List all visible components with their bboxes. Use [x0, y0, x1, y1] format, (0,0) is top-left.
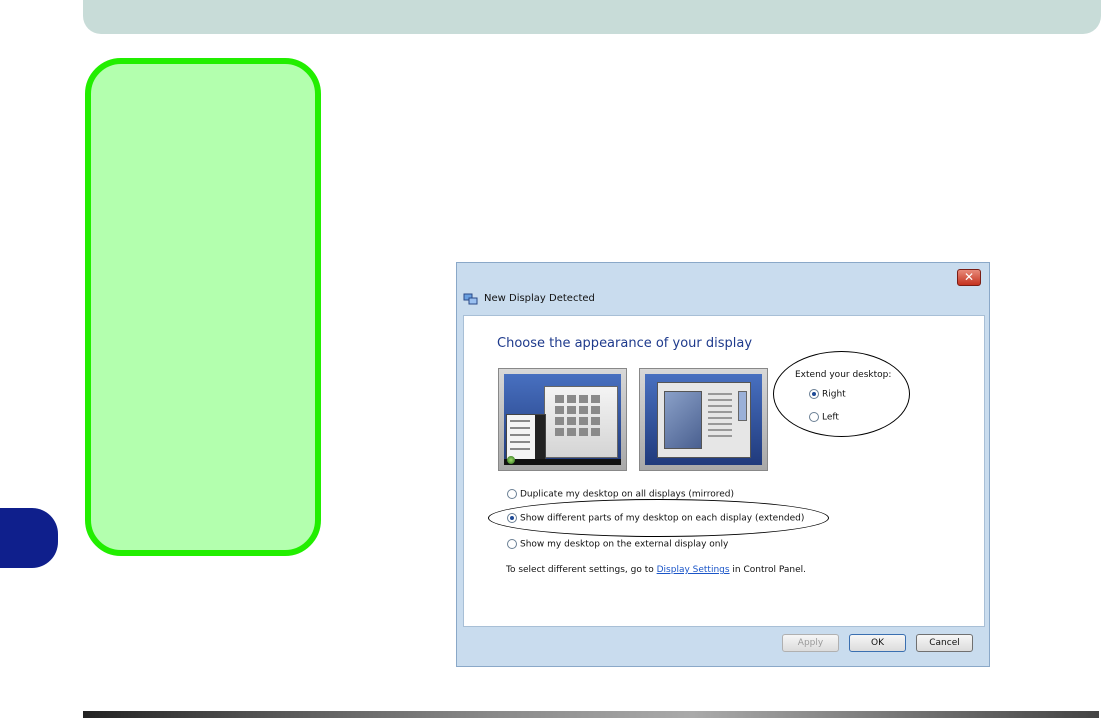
chapter-tab [0, 508, 58, 568]
thumbnail-screen [504, 374, 621, 465]
choice-mirrored-label: Duplicate my desktop on all displays (mi… [520, 489, 735, 500]
new-display-dialog: ✕ New Display Detected Choose the appear… [456, 262, 990, 667]
display-settings-link[interactable]: Display Settings [657, 565, 730, 575]
dialog-heading: Choose the appearance of your display [497, 336, 753, 351]
start-menu-graphic [506, 414, 546, 462]
choice-mirrored-radio[interactable]: Duplicate my desktop on all displays (mi… [507, 489, 734, 500]
choice-external-only-radio[interactable]: Show my desktop on the external display … [507, 539, 728, 550]
radio-icon[interactable] [507, 539, 517, 549]
annotation-ellipse [488, 499, 829, 537]
scrollbar-graphic [738, 391, 747, 421]
dialog-content: Choose the appearance of your display Ex… [463, 315, 985, 627]
radio-icon[interactable] [507, 489, 517, 499]
annotation-ellipse [773, 351, 910, 437]
taskbar-graphic [504, 459, 621, 465]
external-display-thumbnail[interactable] [639, 368, 768, 471]
dialog-title: New Display Detected [484, 293, 595, 304]
start-orb-icon [507, 456, 515, 464]
close-icon: ✕ [963, 270, 975, 284]
settings-hint-suffix: in Control Panel. [729, 565, 807, 575]
cancel-button[interactable]: Cancel [916, 634, 973, 652]
display-icon [463, 293, 478, 305]
ok-button[interactable]: OK [849, 634, 906, 652]
window-graphic [544, 386, 618, 458]
sidebar-note-box [85, 58, 321, 556]
footer-rule [83, 711, 1099, 718]
settings-hint: To select different settings, go to Disp… [506, 565, 806, 575]
settings-hint-prefix: To select different settings, go to [506, 565, 657, 575]
choice-external-only-label: Show my desktop on the external display … [520, 539, 729, 550]
extended-desktop-thumbnail[interactable] [498, 368, 627, 471]
dialog-titlebar: ✕ New Display Detected [457, 263, 989, 315]
thumbnail-screen [645, 374, 762, 465]
apply-button[interactable]: Apply [782, 634, 839, 652]
close-button[interactable]: ✕ [957, 269, 981, 286]
picture-graphic [664, 391, 702, 449]
window-graphic [657, 382, 751, 458]
icon-grid-graphic [555, 395, 607, 436]
page-header-bar [83, 0, 1101, 34]
